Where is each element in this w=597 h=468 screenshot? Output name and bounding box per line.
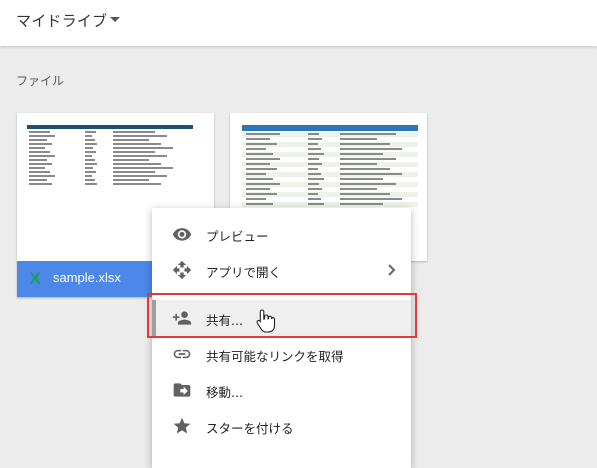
- star-icon: [173, 417, 191, 434]
- file-name: sample.xlsx: [53, 270, 121, 285]
- hand-pointer-icon: [256, 309, 276, 333]
- move-arrows-icon: [172, 260, 192, 280]
- my-drive-title[interactable]: マイドライブ: [16, 10, 107, 31]
- menu-item-open-with[interactable]: アプリで開く: [152, 252, 411, 288]
- context-menu: プレビュー アプリで開く 共有... 共有可能なリンクを取得 移動... スター…: [152, 208, 411, 468]
- menu-item-label: プレビュー: [206, 229, 269, 244]
- menu-item-move[interactable]: 移動...: [152, 372, 411, 408]
- top-header: マイドライブ: [0, 0, 597, 46]
- link-icon: [173, 349, 191, 359]
- chevron-right-icon: [388, 264, 396, 276]
- menu-item-preview[interactable]: プレビュー: [152, 216, 411, 252]
- thumbnail-row: [27, 182, 193, 186]
- menu-item-share[interactable]: 共有...: [152, 300, 411, 336]
- menu-item-label: 共有可能なリンクを取得: [206, 349, 344, 364]
- caret-down-icon[interactable]: [110, 17, 120, 22]
- menu-item-label: アプリで開く: [206, 265, 282, 280]
- menu-item-label: 移動...: [206, 385, 243, 400]
- files-section-label: ファイル: [16, 74, 65, 88]
- eye-icon: [172, 228, 192, 241]
- excel-icon: X: [29, 269, 41, 288]
- menu-item-star[interactable]: スターを付ける: [152, 408, 411, 444]
- add-person-icon: [172, 311, 192, 325]
- menu-item-label: スターを付ける: [206, 421, 294, 436]
- menu-item-label: 共有...: [206, 313, 243, 328]
- folder-move-icon: [173, 383, 191, 397]
- menu-item-get-link[interactable]: 共有可能なリンクを取得: [152, 336, 411, 372]
- active-indicator: [152, 300, 156, 336]
